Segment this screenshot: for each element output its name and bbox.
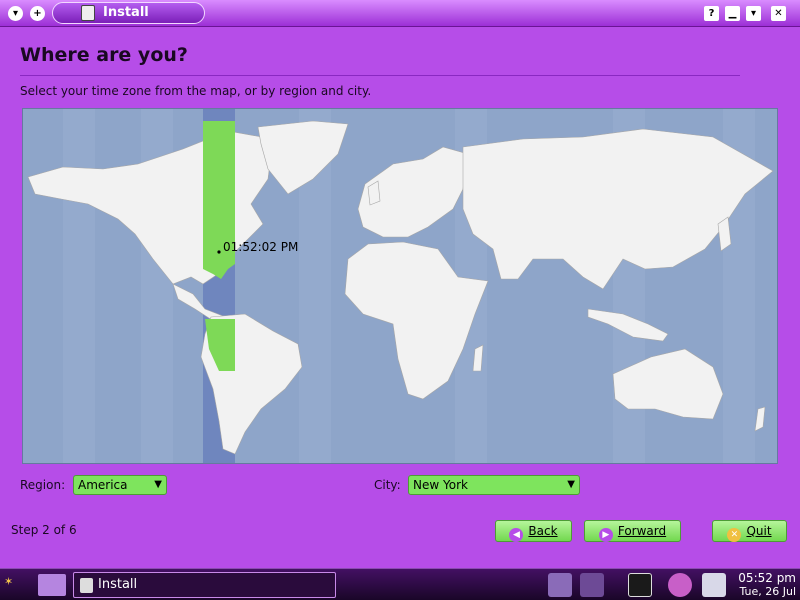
step-indicator: Step 2 of 6 — [11, 523, 77, 537]
city-label: City: — [374, 478, 401, 492]
task-label: Install — [98, 577, 138, 592]
window-title-text: Install — [103, 5, 149, 20]
start-menu-icon[interactable]: ✶ — [4, 575, 32, 595]
folder-icon[interactable] — [38, 574, 66, 596]
clock-time: 05:52 pm — [738, 571, 796, 585]
forward-label: Forward — [617, 524, 667, 538]
world-map-graphic — [27, 109, 774, 463]
title-divider — [20, 75, 740, 76]
quit-label: Quit — [746, 524, 772, 538]
region-label: Region: — [20, 478, 66, 492]
chevron-down-icon: ▼ — [567, 479, 575, 490]
region-select[interactable]: America ▼ — [73, 475, 167, 495]
city-select[interactable]: New York ▼ — [408, 475, 580, 495]
close-icon[interactable]: ✕ — [771, 6, 786, 21]
clipboard-icon[interactable] — [628, 573, 652, 597]
taskbar-task-install[interactable]: Install — [73, 572, 336, 598]
forward-button[interactable]: ▶ Forward — [584, 520, 681, 542]
city-marker — [217, 250, 221, 254]
clock-date: Tue, 26 Jul — [739, 585, 796, 598]
back-button[interactable]: ◀ Back — [495, 520, 572, 542]
messenger-icon[interactable] — [668, 573, 692, 597]
forward-arrow-icon: ▶ — [598, 528, 613, 542]
window-add-icon[interactable]: + — [30, 6, 45, 21]
title-bar: ▾ + Install ? ▁ ▾ ✕ — [0, 0, 800, 27]
installer-app-icon — [80, 578, 93, 593]
network-icon[interactable] — [548, 573, 572, 597]
workspace-switcher-icon[interactable] — [580, 573, 604, 597]
installer-app-icon — [81, 5, 95, 21]
taskbar: ✶ Install 05:52 pm Tue, 26 Jul — [0, 568, 800, 600]
window-menu-icon[interactable]: ▾ — [8, 6, 23, 21]
timezone-map[interactable]: 01:52:02 PM — [22, 108, 778, 464]
minimize-icon[interactable]: ▁ — [725, 6, 740, 21]
quit-icon: ✕ — [727, 528, 742, 542]
maximize-icon[interactable]: ▾ — [746, 6, 761, 21]
region-value: America — [78, 478, 128, 492]
update-check-icon[interactable] — [702, 573, 726, 597]
map-time-label: 01:52:02 PM — [223, 240, 299, 254]
back-label: Back — [528, 524, 558, 538]
page-subtitle: Select your time zone from the map, or b… — [20, 84, 372, 98]
quit-button[interactable]: ✕ Quit — [712, 520, 787, 542]
page-title: Where are you? — [20, 44, 188, 66]
clock[interactable]: 05:52 pm Tue, 26 Jul — [738, 571, 796, 599]
help-icon[interactable]: ? — [704, 6, 719, 21]
chevron-down-icon: ▼ — [154, 479, 162, 490]
window-title: Install — [52, 2, 205, 24]
back-arrow-icon: ◀ — [509, 528, 524, 542]
city-value: New York — [413, 478, 468, 492]
